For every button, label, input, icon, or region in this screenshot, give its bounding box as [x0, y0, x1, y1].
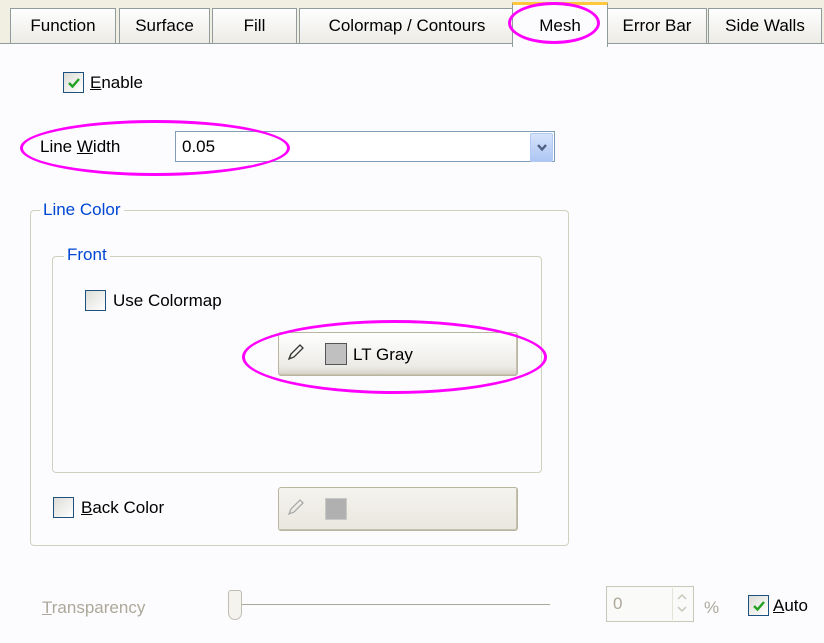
enable-checkbox[interactable] [63, 72, 84, 93]
enable-checkbox-row[interactable]: Enable [63, 72, 143, 93]
chevron-down-icon [536, 143, 547, 151]
tab-strip: Function Surface Fill Colormap / Contour… [0, 0, 824, 47]
back-color-button[interactable] [278, 487, 518, 531]
transparency-slider-track[interactable] [230, 604, 550, 608]
tab-colormap-contours[interactable]: Colormap / Contours [299, 8, 515, 43]
tab-label: Error Bar [622, 16, 692, 35]
pencil-icon [287, 499, 304, 516]
transparency-label: Transparency [42, 598, 146, 617]
check-icon [752, 600, 765, 611]
tab-label: Colormap / Contours [328, 16, 486, 35]
spin-buttons[interactable] [672, 588, 692, 620]
tab-error-bar[interactable]: Error Bar [607, 8, 707, 43]
auto-checkbox[interactable] [748, 595, 769, 616]
line-color-title: Line Color [40, 200, 124, 220]
transparency-slider-thumb[interactable] [228, 590, 242, 620]
transparency-value: 0 [613, 594, 623, 613]
tab-mesh[interactable]: Mesh [512, 2, 608, 47]
line-width-value: 0.05 [182, 137, 216, 156]
color-swatch [325, 498, 347, 520]
tab-side-walls[interactable]: Side Walls [708, 8, 822, 43]
front-color-button[interactable]: LT Gray [278, 332, 518, 376]
line-width-combo[interactable]: 0.05 [175, 131, 555, 162]
tab-function[interactable]: Function [10, 8, 116, 43]
use-colormap-label: Use Colormap [113, 290, 222, 310]
tab-surface[interactable]: Surface [119, 8, 210, 43]
use-colormap-row[interactable]: Use Colormap [85, 290, 222, 311]
color-swatch [325, 343, 347, 365]
pencil-icon [287, 344, 304, 361]
tab-label: Function [30, 16, 96, 35]
tab-label: Mesh [539, 16, 581, 35]
tab-label: Surface [135, 16, 194, 35]
spin-arrows-icon [677, 593, 687, 613]
transparency-spinbox[interactable]: 0 [606, 586, 694, 622]
front-title: Front [64, 245, 110, 265]
tab-label: Fill [243, 16, 266, 35]
back-color-checkbox[interactable] [53, 497, 74, 518]
back-color-label: Back Color [81, 497, 165, 517]
back-color-row[interactable]: Back Color [53, 497, 164, 518]
check-icon [67, 77, 80, 88]
tab-fill[interactable]: Fill [212, 8, 297, 43]
percent-unit: % [704, 598, 720, 617]
use-colormap-checkbox[interactable] [85, 290, 106, 311]
front-color-label: LT Gray [353, 345, 413, 364]
line-width-label: Line Width [40, 137, 121, 156]
tab-label: Side Walls [725, 16, 805, 35]
auto-label: Auto [773, 595, 808, 615]
auto-row[interactable]: Auto [748, 595, 808, 616]
dropdown-button[interactable] [530, 133, 553, 162]
enable-label: Enable [90, 72, 143, 92]
